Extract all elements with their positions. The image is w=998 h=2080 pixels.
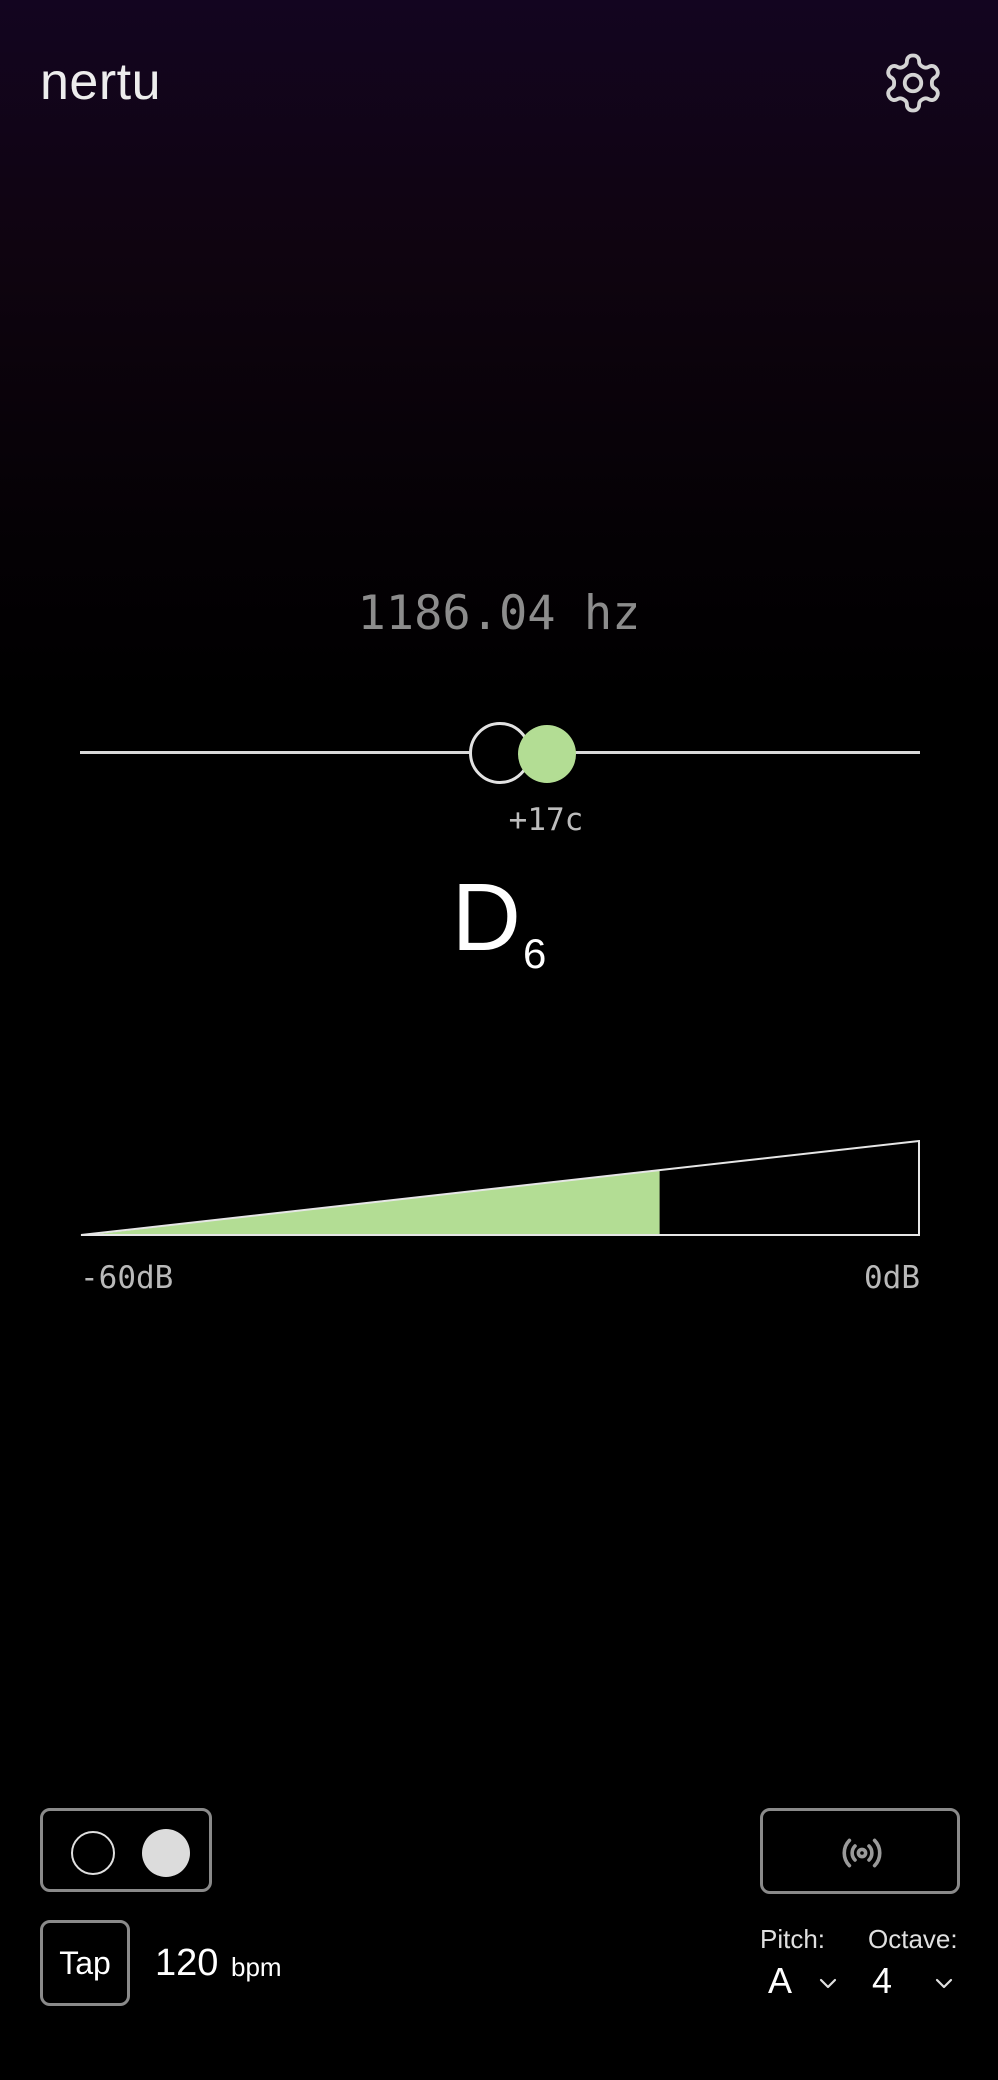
octave-select[interactable]: 4 (872, 1960, 958, 2006)
tuner-screen: { "app": { "title": "nertu" }, "header":… (0, 0, 998, 2080)
frequency-readout: 1186.04 hz (357, 586, 641, 641)
chevron-down-icon (935, 1978, 953, 1989)
pitch-value: A (768, 1960, 793, 2001)
pitch-label: Pitch: (760, 1924, 826, 1954)
pitch-indicator (518, 725, 576, 783)
detected-note: D6 (0, 870, 998, 978)
tap-tempo-button[interactable]: Tap (40, 1920, 130, 2006)
toggle-on-indicator (142, 1829, 190, 1877)
gear-icon (886, 53, 940, 113)
settings-button[interactable] (880, 50, 946, 116)
toggle-off-indicator (71, 1831, 115, 1875)
reference-tone-button[interactable] (760, 1808, 960, 1894)
octave-value: 4 (872, 1960, 893, 2001)
meter-min-label: -60dB (80, 1260, 174, 1296)
octave-label: Octave: (868, 1924, 958, 1954)
app-title: nertu (40, 53, 162, 111)
volume-meter (80, 1140, 920, 1236)
pitch-select[interactable]: A (768, 1960, 844, 2006)
bpm-value: 120 (155, 1942, 219, 1984)
chevron-down-icon (819, 1978, 837, 1989)
note-octave: 6 (522, 930, 547, 977)
meter-max-label: 0dB (864, 1260, 920, 1296)
note-letter: D (451, 864, 521, 971)
bpm-unit: bpm (231, 1952, 282, 1982)
cents-offset: +17c (508, 802, 584, 838)
broadcast-icon (842, 1838, 882, 1868)
mode-toggle[interactable] (40, 1808, 212, 1892)
